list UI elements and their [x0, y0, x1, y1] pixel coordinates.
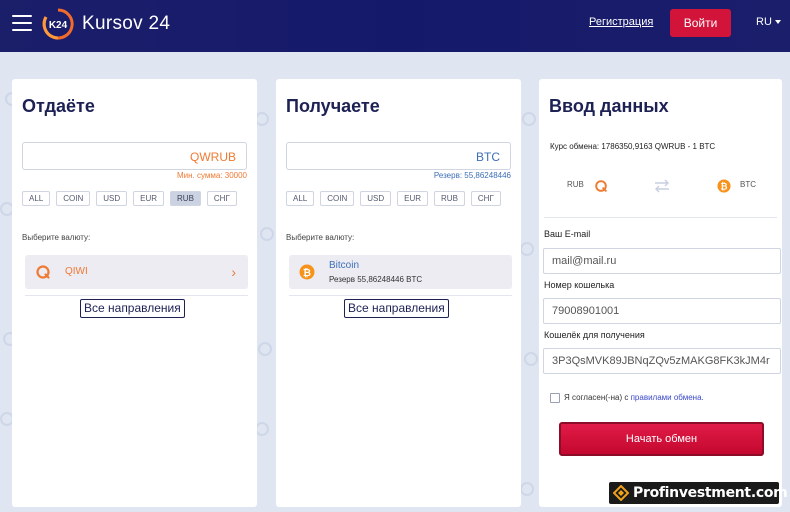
language-select[interactable]: RU	[756, 16, 781, 28]
logo-text[interactable]: Kursov 24	[82, 13, 170, 35]
chevron-right-icon: ›	[231, 264, 236, 280]
give-filter-usd[interactable]: USD	[96, 191, 128, 206]
swap-arrows-icon	[655, 179, 669, 193]
agree-text: Я согласен(-на) с	[564, 393, 629, 403]
get-currency-item-bitcoin[interactable]: ₿ Bitcoin Резерв 55,86248446 BTC	[289, 255, 512, 289]
watermark-text: Profinvestment.com	[633, 485, 788, 501]
give-filter-tabs: ALL COIN USD EUR RUB СНГ	[22, 191, 237, 206]
get-filter-tabs: ALL COIN USD EUR RUB СНГ	[286, 191, 501, 206]
give-card: Отдаёте QWRUB Мин. сумма: 30000 ALL COIN…	[12, 79, 257, 507]
get-filter-usd[interactable]: USD	[360, 191, 392, 206]
get-reserve-hint: Резерв: 55,86248446	[433, 171, 511, 180]
get-filter-cis[interactable]: СНГ	[470, 191, 501, 206]
give-filter-cis[interactable]: СНГ	[206, 191, 237, 206]
give-currency-name: QIWI	[65, 266, 88, 277]
get-title: Получаете	[286, 96, 380, 116]
get-filter-eur[interactable]: EUR	[397, 191, 429, 206]
svg-text:₿: ₿	[720, 182, 727, 193]
exchange-rate-text: Курс обмена: 1786350,9163 QWRUB - 1 BTC	[550, 142, 716, 151]
data-entry-card: Ввод данных Курс обмена: 1786350,9163 QW…	[539, 79, 782, 507]
to-currency-label: BTC	[740, 180, 756, 189]
give-amount-input[interactable]: QWRUB	[22, 142, 247, 170]
give-all-directions-button[interactable]: Все направления	[80, 299, 185, 318]
get-filter-coin[interactable]: COIN	[320, 191, 355, 206]
give-filter-rub[interactable]: RUB	[170, 191, 201, 206]
email-label: Ваш E-mail	[544, 229, 591, 239]
wallet-label: Номер кошелька	[544, 280, 615, 290]
from-currency-label: RUB	[567, 180, 584, 189]
give-filter-coin[interactable]: COIN	[56, 191, 91, 206]
chevron-down-icon	[774, 20, 781, 25]
give-min-sum-hint: Мин. сумма: 30000	[176, 171, 247, 180]
give-filter-eur[interactable]: EUR	[133, 191, 165, 206]
give-currency-item-qiwi[interactable]: QIWI ›	[25, 255, 248, 289]
give-title: Отдаёте	[22, 96, 95, 116]
get-filter-rub[interactable]: RUB	[434, 191, 465, 206]
data-title: Ввод данных	[549, 96, 669, 116]
data-divider	[544, 217, 777, 218]
email-field[interactable]: mail@mail.ru	[543, 248, 781, 274]
register-link[interactable]: Регистрация	[589, 16, 653, 28]
get-currency-name: Bitcoin	[329, 260, 360, 271]
bitcoin-icon: ₿	[299, 264, 315, 280]
svg-text:₿: ₿	[303, 267, 311, 279]
give-choose-label: Выберите валюту:	[22, 233, 91, 242]
get-all-directions-button[interactable]: Все направления	[344, 299, 449, 318]
get-filter-all[interactable]: ALL	[286, 191, 315, 206]
give-divider	[25, 295, 248, 296]
get-divider	[289, 295, 512, 296]
agree-row: Я согласен(-на) с правилами обмена.	[550, 393, 704, 403]
receive-wallet-field[interactable]: 3P3QsMVK89JBNqZQv5zMAKG8FK3kJM4r	[543, 348, 781, 374]
top-navbar: K24 Kursov 24 Регистрация Войти RU	[0, 0, 790, 52]
login-button[interactable]: Войти	[670, 9, 731, 37]
svg-text:K24: K24	[49, 20, 68, 31]
qiwi-icon	[595, 180, 607, 192]
wallet-number-field[interactable]: 79008901001	[543, 298, 781, 324]
get-choose-label: Выберите валюту:	[286, 233, 355, 242]
receive-wallet-label: Кошелёк для получения	[544, 330, 645, 340]
language-label: RU	[756, 16, 772, 28]
currency-pair-summary: RUB ₿ BTC	[539, 174, 782, 198]
give-filter-all[interactable]: ALL	[22, 191, 51, 206]
get-currency-reserve: Резерв 55,86248446 BTC	[329, 275, 423, 284]
exchange-rules-link[interactable]: правилами обмена.	[631, 393, 704, 402]
hamburger-menu-icon[interactable]	[12, 15, 32, 33]
get-currency-code: BTC	[476, 150, 500, 164]
logo-icon[interactable]: K24	[42, 8, 74, 40]
get-card: Получаете BTC Резерв: 55,86248446 ALL CO…	[276, 79, 521, 507]
get-amount-input[interactable]: BTC	[286, 142, 511, 170]
watermark: Profinvestment.com	[609, 482, 788, 504]
agree-checkbox[interactable]	[550, 393, 560, 403]
bitcoin-icon: ₿	[717, 179, 731, 193]
give-currency-code: QWRUB	[190, 150, 236, 164]
start-exchange-button[interactable]: Начать обмен	[559, 422, 764, 456]
qiwi-icon	[36, 265, 50, 279]
watermark-logo-icon	[613, 485, 629, 501]
